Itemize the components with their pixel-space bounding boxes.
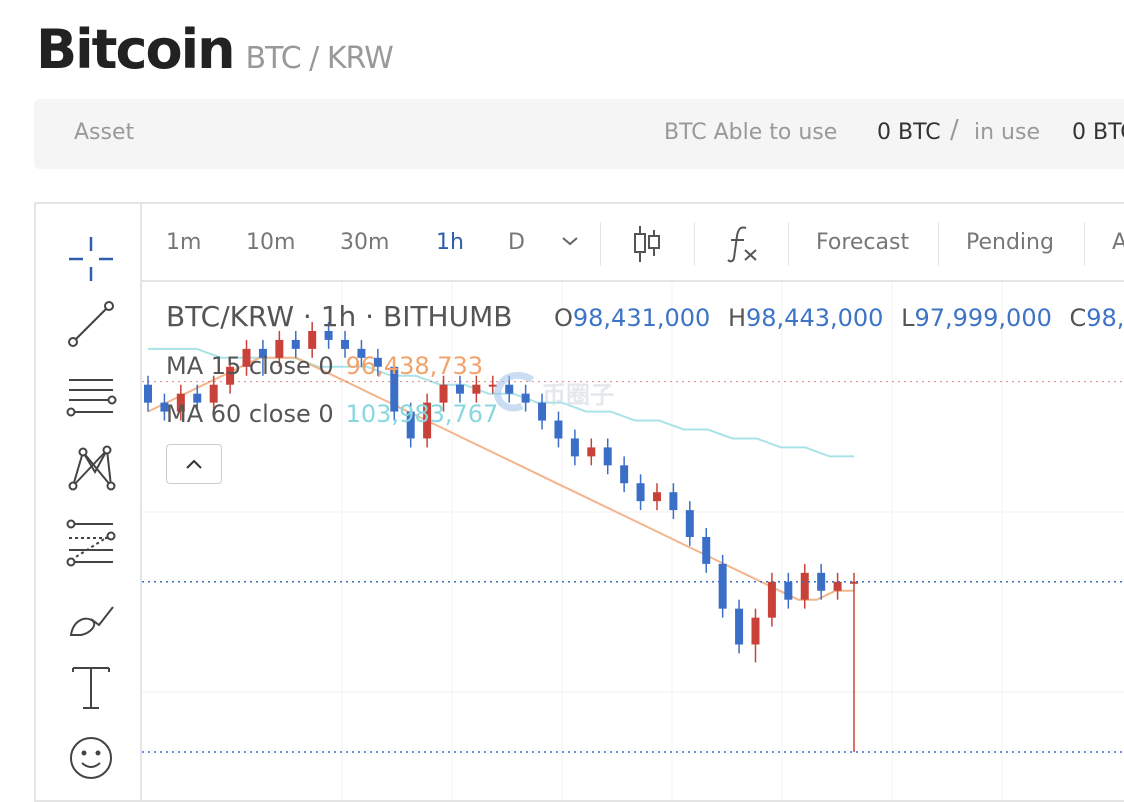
candle-type-icon[interactable] [632, 224, 662, 272]
ma60-label: MA 60 close 0 [166, 400, 334, 428]
candle-body [341, 339, 350, 349]
able-to-use-value: 0 BTC [877, 120, 941, 145]
candle-body [718, 563, 727, 609]
ma15-label: MA 15 close 0 [166, 352, 334, 380]
pending-button[interactable]: Pending [966, 229, 1054, 257]
candle-body [751, 617, 760, 645]
toolbar-divider [788, 222, 789, 266]
low-label: L [901, 304, 915, 332]
interval-1h[interactable]: 1h [436, 229, 464, 257]
close-label: C [1069, 304, 1087, 332]
chart-top-toolbar: 1m 10m 30m 1h D Forecast Pending A [142, 204, 1124, 282]
candle-body [308, 330, 317, 349]
toolbar-divider [938, 222, 939, 266]
candle-body [587, 447, 596, 457]
crosshair-icon[interactable] [63, 231, 119, 287]
page-title: Bitcoin BTC / KRW [36, 18, 394, 81]
candle-body [652, 492, 661, 502]
candle-body [472, 384, 481, 394]
ma60-value: 103,983,767 [345, 400, 499, 428]
candle-body [767, 581, 776, 618]
watermark-logo-icon [494, 372, 535, 412]
text-icon[interactable] [63, 660, 119, 716]
candle-body [455, 384, 464, 394]
candle-body [554, 420, 563, 439]
candle-body [833, 581, 842, 591]
slash-divider: / [950, 115, 959, 145]
symbol-label: BTC/KRW · 1h · BITHUMB [166, 300, 513, 333]
candle-body [702, 537, 711, 564]
horizontal-lines-icon[interactable] [63, 370, 119, 426]
coin-name: Bitcoin [36, 18, 236, 81]
candle-body [620, 465, 629, 484]
candle-body [735, 608, 744, 645]
chevron-up-icon [186, 459, 202, 469]
ma15-value: 96,438,733 [345, 352, 484, 380]
candle-body [669, 492, 678, 511]
coin-pair: BTC / KRW [245, 41, 394, 76]
candle-body [784, 581, 793, 600]
drawing-toolbar [36, 204, 142, 800]
fib-icon[interactable] [63, 514, 119, 570]
in-use-label: in use [974, 120, 1040, 145]
candle-body [144, 384, 152, 403]
toolbar-divider [1084, 222, 1085, 266]
indicators-fx-icon[interactable] [726, 224, 760, 272]
candle-body [570, 438, 579, 457]
candle-body [636, 483, 645, 502]
high-value: 98,443,000 [746, 304, 884, 332]
asset-label: Asset [74, 120, 135, 145]
able-to-use-label: BTC Able to use [664, 120, 838, 145]
pattern-icon[interactable] [63, 440, 119, 496]
candle-body [603, 447, 612, 466]
ma15-legend: MA 15 close 0 96,438,733 [166, 352, 483, 380]
interval-d[interactable]: D [508, 229, 525, 257]
candle-body [685, 510, 694, 537]
watermark-text: 币圈子 [542, 380, 614, 409]
emoji-icon[interactable] [63, 730, 119, 786]
watermark: 币圈子 [492, 372, 614, 412]
interval-10m[interactable]: 10m [246, 229, 295, 257]
toolbar-divider [600, 222, 601, 266]
more-tab[interactable]: A [1112, 229, 1124, 257]
candle-body [800, 572, 809, 600]
chart-plot-area[interactable]: BTC/KRW · 1h · BITHUMB O98,431,000 H98,4… [142, 282, 1124, 800]
ohlc-legend: O98,431,000 H98,443,000 L97,999,000 C98,… [554, 304, 1124, 332]
collapse-legend-button[interactable] [166, 444, 222, 484]
toolbar-divider [694, 222, 695, 266]
asset-bar: Asset BTC Able to use 0 BTC / in use 0 B… [34, 99, 1124, 169]
close-value: 98,23 [1086, 304, 1124, 332]
low-value: 97,999,000 [914, 304, 1052, 332]
candle-body [291, 339, 300, 349]
ma60-legend: MA 60 close 0 103,983,767 [166, 400, 498, 428]
chart-widget: 1m 10m 30m 1h D Forecast Pending A BTC/K… [34, 202, 1124, 802]
forecast-button[interactable]: Forecast [816, 229, 909, 257]
trend-line-icon[interactable] [63, 296, 119, 352]
interval-1m[interactable]: 1m [166, 229, 201, 257]
in-use-value: 0 BTC [1072, 120, 1124, 145]
brush-icon[interactable] [63, 589, 119, 645]
interval-30m[interactable]: 30m [340, 229, 389, 257]
open-label: O [554, 304, 573, 332]
open-value: 98,431,000 [572, 304, 711, 332]
high-label: H [727, 304, 746, 332]
chevron-down-icon[interactable] [560, 231, 580, 259]
